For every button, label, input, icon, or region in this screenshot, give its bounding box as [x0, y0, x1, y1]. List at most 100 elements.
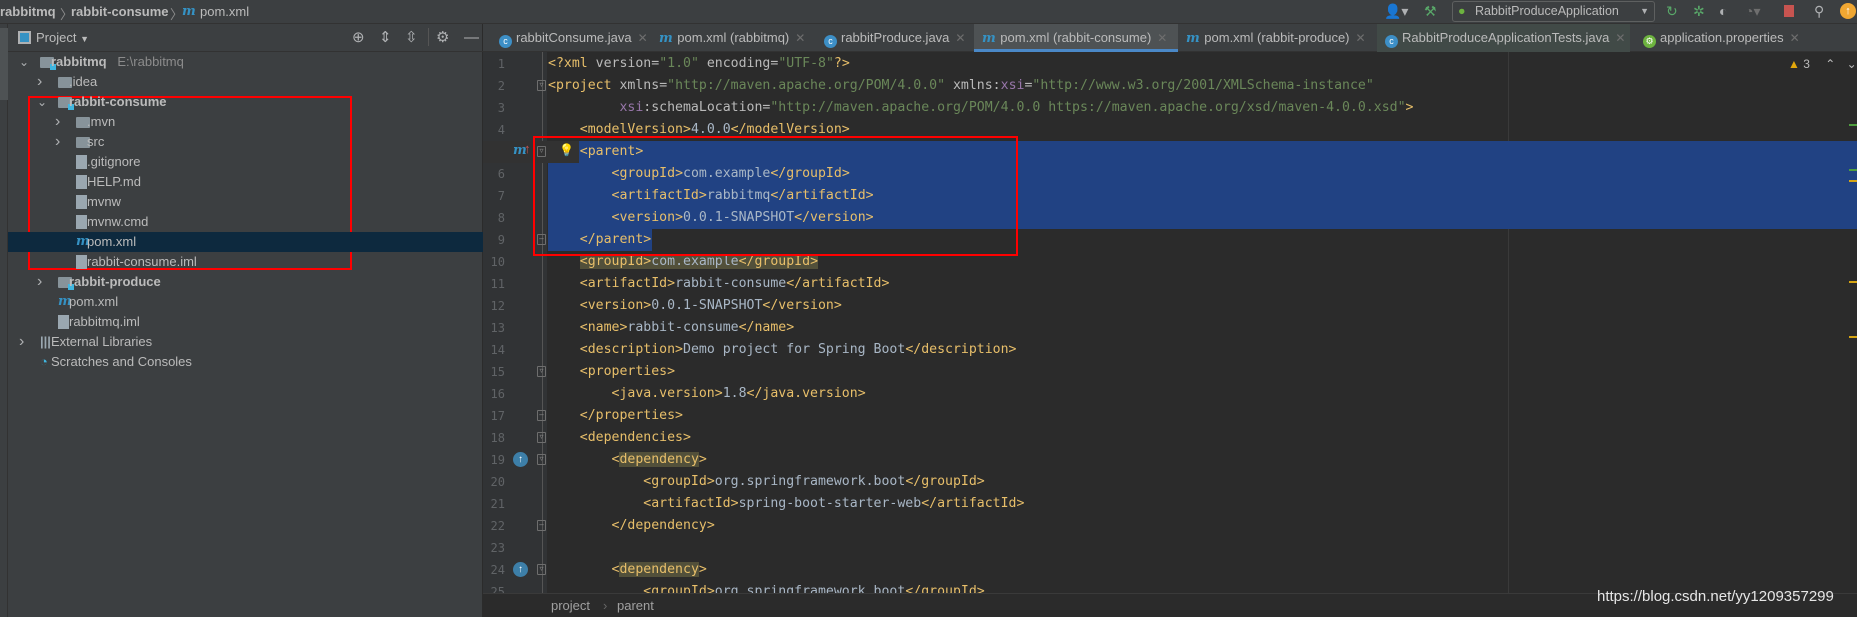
tree-item[interactable]: › .mvn	[8, 112, 483, 132]
coverage-icon[interactable]: ◐	[1719, 2, 1727, 20]
chevron-right-icon[interactable]: ›	[37, 72, 42, 92]
chevron-right-icon[interactable]: ›	[37, 272, 42, 292]
next-highlight-icon[interactable]: ⌄	[1847, 57, 1857, 71]
close-icon[interactable]: ✕	[1157, 31, 1167, 45]
tab-rabbitproduce-java[interactable]: c rabbitProduce.java ✕	[816, 24, 974, 52]
tree-item[interactable]: › .idea	[8, 72, 483, 92]
code-line[interactable]: xsi:schemaLocation="http://maven.apache.…	[548, 97, 1413, 119]
fold-icon[interactable]: ▿	[537, 80, 546, 91]
tree-item[interactable]: m pom.xml	[8, 232, 483, 252]
fold-icon[interactable]: ▿	[537, 366, 546, 377]
tab-pom-xml-rabbitmq-[interactable]: m pom.xml (rabbitmq) ✕	[651, 24, 816, 52]
fold-icon[interactable]: ▿	[537, 454, 546, 465]
tab-pom-xml-rabbit-consume-[interactable]: m pom.xml (rabbit-consume) ✕	[974, 24, 1178, 52]
tab-application-properties[interactable]: ⚙ application.properties ✕	[1635, 24, 1810, 52]
fold-icon[interactable]: ▿	[537, 432, 546, 443]
code-line[interactable]: <name>rabbit-consume</name>	[548, 317, 794, 339]
chevron-right-icon[interactable]: ›	[55, 112, 60, 132]
tree-item[interactable]: › ||| External Libraries	[8, 332, 483, 352]
tree-item[interactable]: ⌄ rabbitmq E:\rabbitmq	[8, 52, 483, 72]
project-view-selector[interactable]: Project ▼	[36, 30, 89, 45]
code-token: </artifactId	[921, 496, 1017, 511]
inspection-widget[interactable]: ▲ 3 ⌃ ⌄	[1788, 57, 1857, 71]
tree-item[interactable]: mvnw	[8, 192, 483, 212]
code-line[interactable]: <java.version>1.8</java.version>	[548, 383, 866, 405]
tab-rabbitproduceapplicationtests-java[interactable]: c RabbitProduceApplicationTests.java ✕	[1377, 24, 1630, 52]
profile-icon[interactable]: ◔▾	[1745, 2, 1760, 20]
update-icon[interactable]: ↑	[1840, 3, 1856, 19]
code-line[interactable]: <project xmlns="http://maven.apache.org/…	[548, 75, 1374, 97]
chevron-down-icon[interactable]: ⌄	[19, 52, 29, 72]
tree-item[interactable]: m pom.xml	[8, 292, 483, 312]
chevron-down-icon[interactable]: ⌄	[37, 92, 47, 112]
code-line[interactable]: <dependencies>	[548, 427, 691, 449]
previous-highlight-icon[interactable]: ⌃	[1825, 57, 1835, 71]
code-line[interactable]: <artifactId>rabbitmq</artifactId>	[548, 185, 874, 207]
close-icon[interactable]: ✕	[1356, 31, 1366, 45]
intention-bulb-icon[interactable]: 💡	[559, 143, 574, 157]
locate-crosshair-icon[interactable]: ⊕	[352, 30, 365, 46]
code-line[interactable]: <groupId>com.example</groupId>	[548, 251, 819, 273]
tree-item[interactable]: ◔ Scratches and Consoles	[8, 352, 483, 372]
override-dependency-icon[interactable]: ↑	[513, 452, 528, 467]
code-line[interactable]: <version>0.0.1-SNAPSHOT</version>	[548, 295, 842, 317]
close-icon[interactable]: ✕	[795, 31, 805, 45]
breadcrumb-rabbitmq[interactable]: rabbitmq	[0, 4, 56, 19]
code-token: >	[810, 254, 819, 269]
code-line[interactable]: <artifactId>spring-boot-starter-web</art…	[548, 493, 1024, 515]
stop-icon[interactable]	[1784, 5, 1794, 17]
tree-item[interactable]: › rabbit-produce	[8, 272, 483, 292]
close-icon[interactable]: ✕	[638, 31, 648, 45]
close-icon[interactable]: ✕	[1790, 31, 1800, 45]
chevron-right-icon[interactable]: ›	[19, 332, 24, 352]
tree-item[interactable]: mvnw.cmd	[8, 212, 483, 232]
project-stripe-button[interactable]	[0, 28, 8, 100]
code-line[interactable]: <dependency>	[548, 449, 707, 471]
breadcrumb-rabbit-consume[interactable]: rabbit-consume	[71, 4, 169, 19]
breadcrumb-pom-xml[interactable]: pom.xml	[200, 4, 249, 19]
user-icon[interactable]: 👤▾	[1384, 2, 1408, 20]
minimize-icon[interactable]: —	[464, 30, 479, 46]
code-line[interactable]: <groupId>com.example</groupId>	[548, 163, 850, 185]
fold-icon[interactable]: ▿	[537, 564, 546, 575]
code-line[interactable]: <groupId>org.springframework.boot</group…	[548, 471, 984, 493]
gear-icon[interactable]: ⚙	[436, 30, 449, 46]
code-editor[interactable]: 1234567891011121314151617181920212223242…	[483, 52, 1857, 593]
fold-icon[interactable]: ▿	[537, 146, 546, 157]
build-hammer-icon[interactable]: ⚒	[1424, 2, 1437, 20]
code-line[interactable]: </properties>	[548, 405, 683, 427]
code-line[interactable]: <modelVersion>4.0.0</modelVersion>	[548, 119, 850, 141]
fold-end-icon[interactable]: –	[537, 520, 546, 531]
code-line[interactable]: <properties>	[548, 361, 675, 383]
close-icon[interactable]: ✕	[955, 31, 965, 45]
code-line[interactable]: <artifactId>rabbit-consume</artifactId>	[548, 273, 890, 295]
tree-item[interactable]: › src	[8, 132, 483, 152]
tree-item[interactable]: rabbit-consume.iml	[8, 252, 483, 272]
tree-item[interactable]: rabbitmq.iml	[8, 312, 483, 332]
code-line[interactable]: <version>0.0.1-SNAPSHOT</version>	[548, 207, 874, 229]
breadcrumb-parent[interactable]: parent	[617, 598, 654, 613]
breadcrumb-project[interactable]: project	[551, 598, 590, 613]
tree-item[interactable]: .gitignore	[8, 152, 483, 172]
debug-icon[interactable]: ✲	[1693, 2, 1705, 20]
close-icon[interactable]: ✕	[1615, 31, 1625, 45]
code-line[interactable]: </dependency>	[548, 515, 715, 537]
code-line[interactable]: <description>Demo project for Spring Boo…	[548, 339, 1017, 361]
code-line[interactable]: <groupId>org.springframework.boot</group…	[548, 581, 984, 593]
chevron-right-icon[interactable]: ›	[55, 132, 60, 152]
tab-pom-xml-rabbit-produce-[interactable]: m pom.xml (rabbit-produce) ✕	[1178, 24, 1377, 52]
fold-end-icon[interactable]: –	[537, 410, 546, 421]
tree-item[interactable]: ⌄ rabbit-consume	[8, 92, 483, 112]
tree-item[interactable]: HELP.md	[8, 172, 483, 192]
run-configuration-select[interactable]: ● RabbitProduceApplication ▼	[1452, 1, 1655, 22]
expand-all-icon[interactable]: ⇕	[379, 30, 392, 46]
collapse-all-icon[interactable]: ⇳	[405, 30, 418, 46]
search-icon[interactable]: ⚲	[1814, 2, 1824, 20]
rerun-icon[interactable]: ↻	[1666, 2, 1678, 20]
code-line[interactable]: <dependency>	[548, 559, 707, 581]
override-dependency-icon[interactable]: ↑	[513, 562, 528, 577]
code-line[interactable]: </parent>	[548, 229, 651, 251]
fold-end-icon[interactable]: –	[537, 234, 546, 245]
tab-rabbitconsume-java[interactable]: c rabbitConsume.java ✕	[491, 24, 651, 52]
code-line[interactable]: <?xml version="1.0" encoding="UTF-8"?>	[548, 53, 850, 75]
